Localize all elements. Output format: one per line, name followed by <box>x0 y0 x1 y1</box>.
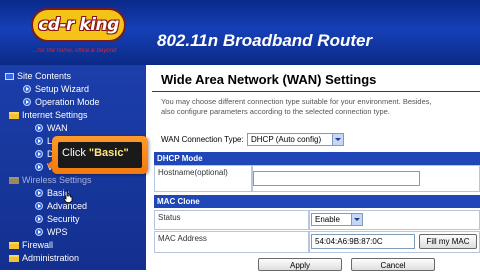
status-value: Enable <box>315 215 340 224</box>
header-banner: cd-r king ...for the home, office & beyo… <box>0 0 480 65</box>
sidebar-item-label: Site Contents <box>17 71 72 81</box>
sidebar-item-label: WPS <box>47 227 68 237</box>
sidebar-item-label: Setup Wizard <box>35 84 90 94</box>
callout-text: Click "Basic" <box>62 147 129 159</box>
hostname-label-cell: Hostname(optional) <box>154 165 252 192</box>
arrow-icon <box>35 202 43 210</box>
arrow-icon <box>35 124 43 132</box>
mac-clone-status-select[interactable]: Enable <box>311 213 363 226</box>
sidebar-item-advanced[interactable]: Advanced <box>35 200 87 212</box>
sidebar-item-setup-wizard[interactable]: Setup Wizard <box>23 83 89 95</box>
page-description: You may choose different connection type… <box>161 97 480 117</box>
hand-cursor-icon <box>63 190 73 203</box>
product-title: 802.11n Broadband Router <box>157 31 373 50</box>
fill-my-mac-button[interactable]: Fill my MAC <box>419 234 477 249</box>
connection-type-label: WAN Connection Type: <box>161 135 244 144</box>
cancel-button[interactable]: Cancel <box>351 258 435 271</box>
sidebar-item-label: Security <box>47 214 80 224</box>
connection-type-value: DHCP (Auto config) <box>251 135 322 144</box>
arrow-icon <box>35 150 43 158</box>
arrow-icon <box>35 137 43 145</box>
sidebar-item-dhcp[interactable]: D <box>35 148 54 160</box>
sidebar-item-administration[interactable]: Administration <box>9 252 79 264</box>
status-label: Status <box>158 213 181 222</box>
hostname-label: Hostname(optional) <box>158 168 228 177</box>
sidebar-item-wan[interactable]: WAN <box>35 122 68 134</box>
hostname-input[interactable] <box>253 171 420 186</box>
folder-icon <box>9 111 19 119</box>
folder-icon <box>9 176 19 184</box>
sidebar-item-label: WAN <box>47 123 68 133</box>
sidebar-item-label: Internet Settings <box>22 110 88 120</box>
sidebar-item-wireless-settings[interactable]: Wireless Settings <box>9 174 92 186</box>
sidebar-item-operation-mode[interactable]: Operation Mode <box>23 96 100 108</box>
cdr-king-logo: cd-r king <box>31 8 126 42</box>
instruction-callout: Click "Basic" <box>52 136 148 174</box>
sidebar-item-wps[interactable]: WPS <box>35 226 68 238</box>
mac-address-input[interactable]: 54:04:A6:9B:87:0C <box>311 234 415 249</box>
sidebar-item-label: Firewall <box>22 240 54 250</box>
folder-icon <box>9 241 19 249</box>
title-divider <box>152 91 480 92</box>
mac-clone-header: MAC Clone <box>154 195 480 208</box>
arrow-icon <box>35 215 43 223</box>
sidebar-item-internet-settings[interactable]: Internet Settings <box>9 109 88 121</box>
callout-pointer <box>47 160 53 170</box>
sidebar-item-firewall[interactable]: Firewall <box>9 239 53 251</box>
callout-prefix: Click <box>62 147 89 159</box>
main-content: Wide Area Network (WAN) Settings You may… <box>146 65 480 271</box>
status-label-cell: Status <box>154 210 309 230</box>
description-line: You may choose different connection type… <box>161 97 432 106</box>
apply-button[interactable]: Apply <box>258 258 342 271</box>
folder-icon <box>9 254 19 262</box>
tree-icon <box>5 72 14 80</box>
mac-address-label: MAC Address <box>158 234 207 243</box>
chevron-down-icon <box>332 134 343 145</box>
description-line: also configure parameters according to t… <box>161 107 390 116</box>
mac-address-label-cell: MAC Address <box>154 231 309 253</box>
logo-text: cd-r king <box>38 15 119 35</box>
page-title: Wide Area Network (WAN) Settings <box>161 72 377 87</box>
chevron-down-icon <box>351 214 362 225</box>
connection-type-select[interactable]: DHCP (Auto config) <box>247 133 344 146</box>
sidebar-item-security[interactable]: Security <box>35 213 80 225</box>
arrow-icon <box>35 228 43 236</box>
sidebar-item-site-contents[interactable]: Site Contents <box>5 70 71 82</box>
sidebar-item-label: Operation Mode <box>35 97 100 107</box>
callout-highlight: "Basic" <box>88 147 129 159</box>
arrow-icon <box>23 98 31 106</box>
sidebar-item-lan[interactable]: L <box>35 135 52 147</box>
dhcp-mode-header: DHCP Mode <box>154 152 480 165</box>
logo-tagline: ...for the home, office & beyond <box>33 48 117 54</box>
arrow-icon <box>35 189 43 197</box>
arrow-icon <box>35 163 43 171</box>
sidebar-item-label: Administration <box>22 253 80 263</box>
sidebar-item-label: Wireless Settings <box>22 175 92 185</box>
arrow-icon <box>23 85 31 93</box>
